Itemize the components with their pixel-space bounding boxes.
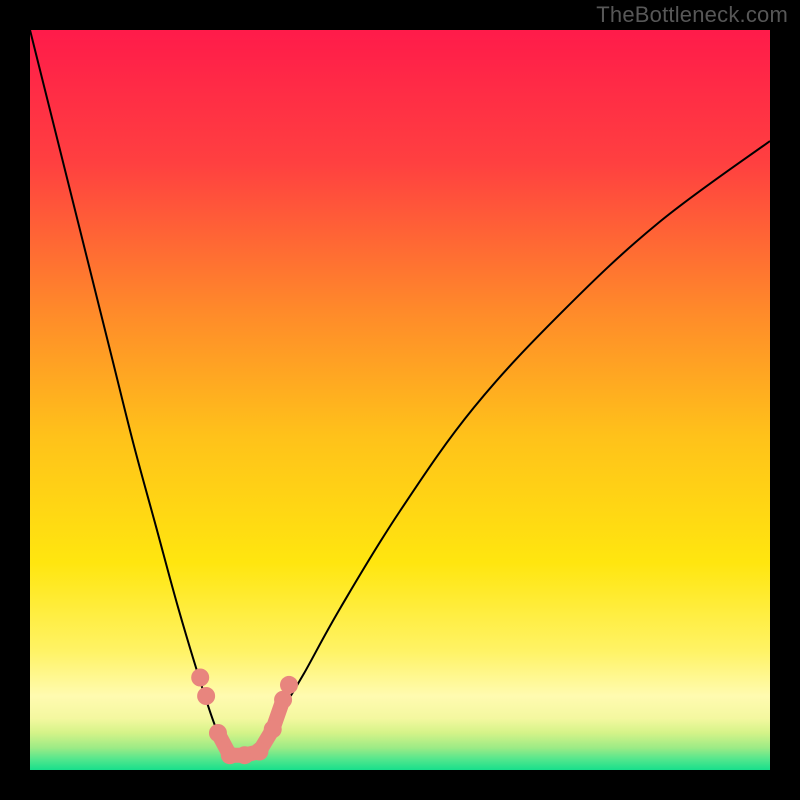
dot-left-lower	[209, 724, 227, 742]
plot-svg	[30, 30, 770, 770]
dot-floor-3	[250, 743, 268, 761]
gradient-background	[30, 30, 770, 770]
dot-right-upper	[280, 676, 298, 694]
dot-right-lower	[264, 720, 282, 738]
dot-left-upper	[191, 669, 209, 687]
watermark-text: TheBottleneck.com	[596, 2, 788, 28]
chart-frame: TheBottleneck.com	[0, 0, 800, 800]
dot-left-mid	[197, 687, 215, 705]
